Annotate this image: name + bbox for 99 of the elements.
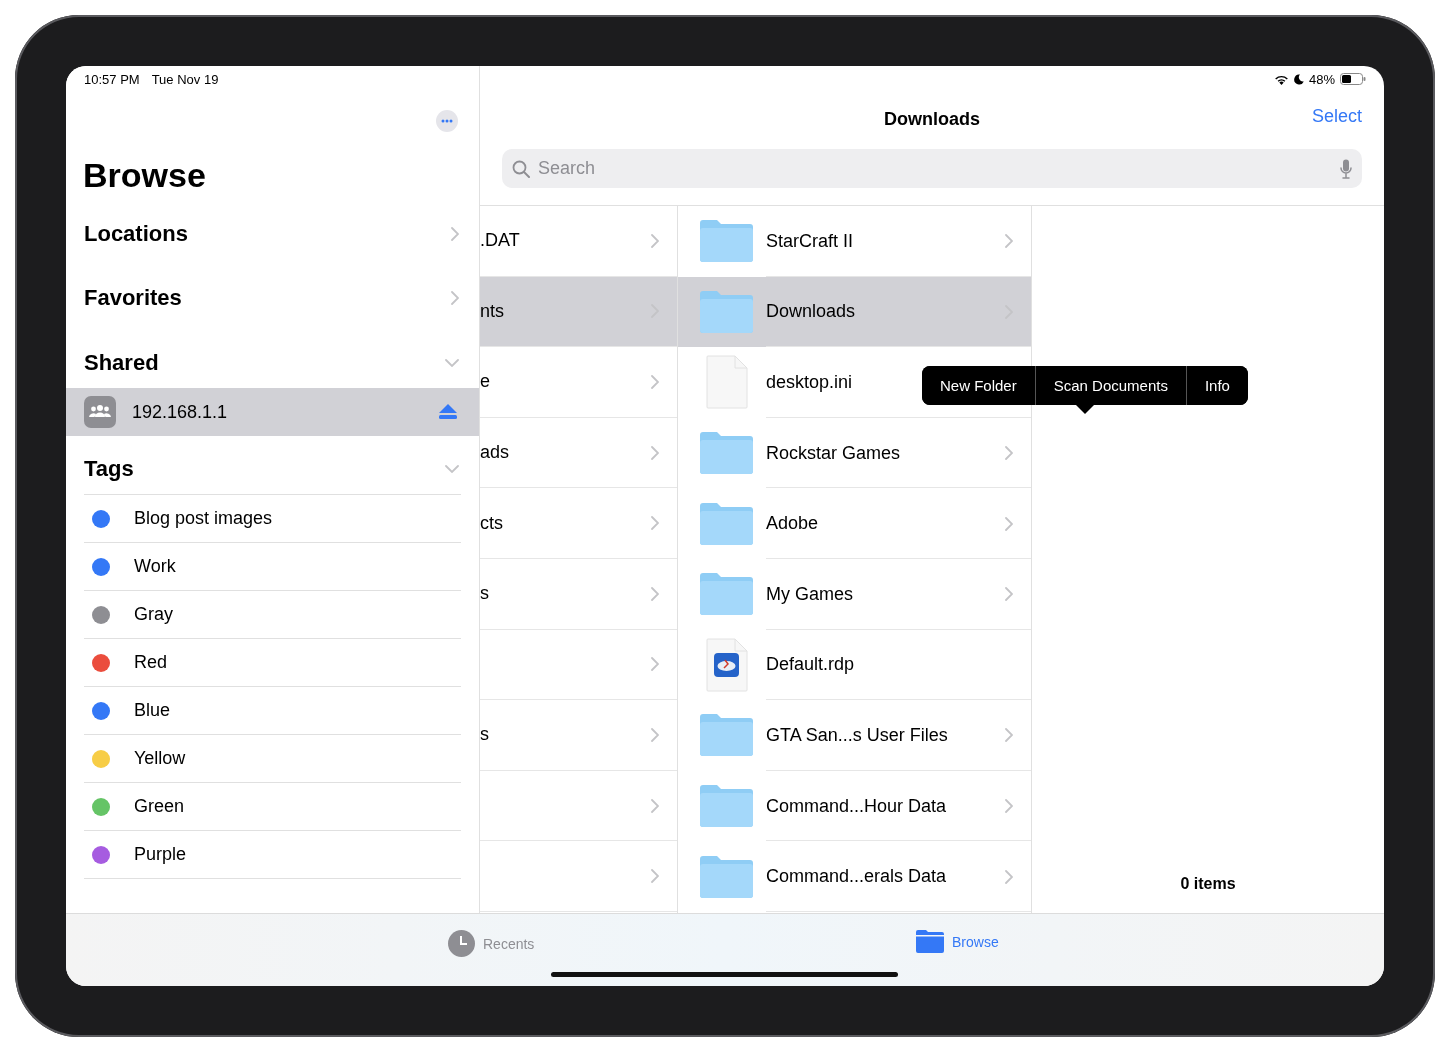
chevron-right-icon xyxy=(1005,446,1013,461)
tag-item[interactable]: Blue xyxy=(84,686,461,734)
chevron-right-icon[interactable] xyxy=(451,291,459,305)
file-row[interactable]: My Games xyxy=(678,558,1031,630)
tag-item[interactable]: Gray xyxy=(84,590,461,638)
item-name: cts xyxy=(480,512,503,534)
chevron-down-icon[interactable] xyxy=(445,359,459,367)
nav-title: Downloads xyxy=(884,108,980,130)
item-name: Default.rdp xyxy=(766,654,855,676)
select-button[interactable]: Select xyxy=(1311,106,1362,127)
file-row[interactable]: Downloads xyxy=(678,276,1031,348)
item-name: Rockstar Games xyxy=(766,442,901,464)
search-bar[interactable]: Search xyxy=(502,149,1362,188)
file-row[interactable]: StarCraft II xyxy=(678,206,1031,277)
search-input[interactable]: Search xyxy=(536,157,1334,180)
tag-item[interactable]: Blog post images xyxy=(84,494,461,542)
tag-item[interactable]: Work xyxy=(84,542,461,590)
menu-item[interactable]: Info xyxy=(1185,366,1248,405)
item-name: Downloads xyxy=(766,301,856,323)
chevron-right-icon xyxy=(651,798,659,813)
chevron-right-icon xyxy=(1005,516,1013,531)
section-header[interactable]: Shared xyxy=(84,350,159,376)
folder-icon xyxy=(700,290,753,333)
chevron-right-icon xyxy=(651,375,659,389)
sidebar-title: Browse xyxy=(83,155,207,196)
file-row[interactable]: GTA San...s User Files xyxy=(678,700,1031,771)
folder-icon xyxy=(700,573,753,616)
tag-item[interactable]: Purple xyxy=(84,830,461,879)
item-name: ads xyxy=(480,442,510,464)
column-row[interactable]: ads xyxy=(480,417,677,489)
item-name: .DAT xyxy=(480,230,520,252)
battery-icon xyxy=(1340,73,1366,85)
chevron-right-icon xyxy=(1005,234,1013,249)
column-row[interactable]: nts xyxy=(480,276,677,348)
remote-desktop-file-icon xyxy=(705,637,748,692)
ellipsis-icon[interactable] xyxy=(441,119,453,123)
folder-icon xyxy=(700,220,753,263)
item-name: desktop.ini xyxy=(766,372,853,393)
folder-icon xyxy=(700,855,753,898)
chevron-right-icon xyxy=(651,445,659,460)
file-row[interactable]: Command...erals Data xyxy=(678,841,1031,912)
file-row[interactable]: Rockstar Games xyxy=(678,417,1031,489)
people-icon xyxy=(84,396,116,428)
chevron-right-icon xyxy=(1005,869,1013,884)
tag-item[interactable]: Green xyxy=(84,782,461,830)
item-name: StarCraft II xyxy=(766,230,854,252)
microphone-icon[interactable] xyxy=(1340,158,1352,179)
chevron-right-icon xyxy=(1005,728,1013,743)
wifi-icon xyxy=(1273,73,1289,85)
column-row[interactable]: e xyxy=(480,347,677,418)
column-row[interactable]: s xyxy=(480,700,677,771)
search-icon xyxy=(512,159,530,178)
status-date: Tue Nov 19 xyxy=(151,71,219,87)
folder-icon xyxy=(700,432,753,475)
chevron-right-icon xyxy=(651,516,659,531)
chevron-right-icon xyxy=(651,727,659,742)
item-name: nts xyxy=(480,300,504,322)
eject-icon[interactable] xyxy=(439,404,457,420)
item-name: s xyxy=(480,583,489,605)
server-item[interactable]: 192.168.1.1 xyxy=(66,388,479,436)
chevron-right-icon xyxy=(1005,799,1013,814)
item-count: 0 items xyxy=(1180,875,1236,893)
folder-icon xyxy=(700,502,753,545)
column-row[interactable]: cts xyxy=(480,488,677,559)
folder-icon xyxy=(916,930,944,953)
section-header[interactable]: Favorites xyxy=(84,285,182,311)
section-header[interactable]: Tags xyxy=(84,456,134,482)
column-row[interactable]: s xyxy=(480,558,677,630)
item-name: s xyxy=(480,724,489,746)
chevron-right-icon xyxy=(651,869,659,884)
moon-icon xyxy=(1293,73,1304,85)
chevron-right-icon xyxy=(651,233,659,248)
tab[interactable]: Browse xyxy=(916,930,1384,953)
document-icon xyxy=(705,355,748,410)
chevron-right-icon[interactable] xyxy=(451,227,459,241)
folder-icon xyxy=(700,785,753,828)
item-name: Command...erals Data xyxy=(766,866,947,888)
battery-percent: 48% xyxy=(1308,71,1335,87)
tag-item[interactable]: Red xyxy=(84,638,461,686)
tag-item[interactable]: Yellow xyxy=(84,734,461,782)
column-row[interactable]: .DAT xyxy=(480,206,677,277)
item-name: My Games xyxy=(766,583,853,605)
folder-icon xyxy=(700,714,753,757)
section-header[interactable]: Locations xyxy=(84,221,188,247)
file-row[interactable]: Adobe xyxy=(678,488,1031,559)
chevron-right-icon xyxy=(651,657,659,672)
status-time: 10:57 PM xyxy=(84,71,140,87)
chevron-right-icon xyxy=(1005,587,1013,602)
menu-pointer-icon xyxy=(1075,404,1095,414)
chevron-right-icon xyxy=(651,586,659,601)
item-name: Command...Hour Data xyxy=(766,795,947,817)
chevron-down-icon[interactable] xyxy=(445,465,459,473)
file-row[interactable]: Default.rdp xyxy=(678,629,1031,701)
file-row[interactable]: Command...Hour Data xyxy=(678,770,1031,842)
more-button[interactable] xyxy=(436,110,458,132)
item-name: e xyxy=(480,371,490,393)
item-name: Adobe xyxy=(766,513,819,535)
clock-icon xyxy=(448,930,475,957)
item-name: GTA San...s User Files xyxy=(766,724,948,746)
